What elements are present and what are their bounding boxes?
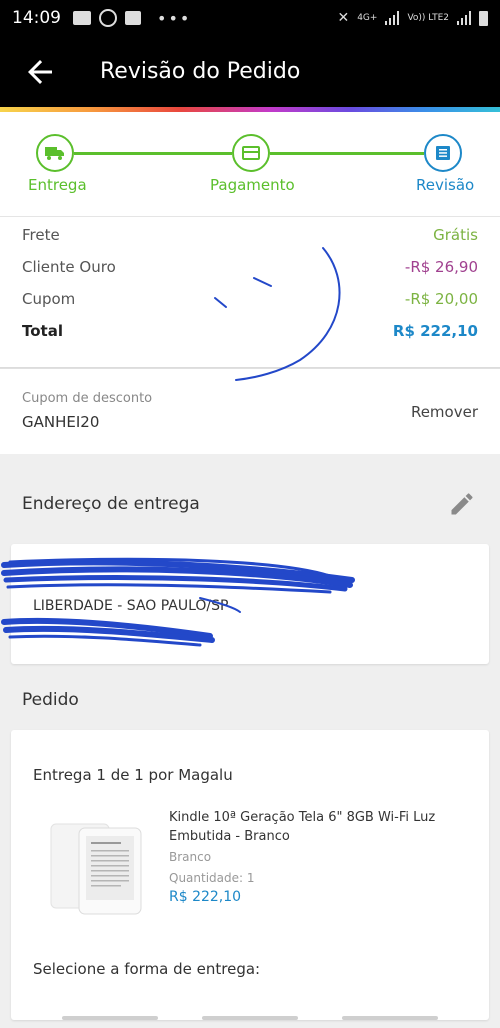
mute-icon: ✕ [337,10,350,26]
summary-row-total: Total R$ 222,10 [22,322,478,344]
summary-row-gold-discount: Cliente Ouro -R$ 26,90 [22,258,478,280]
edit-pencil-icon[interactable] [448,490,476,518]
summary-row-shipping: Frete Grátis [22,226,478,248]
message-icon [125,11,141,25]
coupon-discount-value: -R$ 20,00 [404,290,478,308]
step-connector [74,152,232,155]
order-card: Entrega 1 de 1 por Magalu Kindle 10ª Ger… [11,730,489,1020]
status-time: 14:09 [12,8,61,28]
delivery-seller-line: Entrega 1 de 1 por Magalu [33,766,233,784]
truck-icon [45,147,64,160]
page-title: Revisão do Pedido [100,59,301,84]
nav-hint-right [342,1016,438,1020]
signal-icon-2 [457,11,471,25]
shipping-label: Frete [22,226,60,244]
product-price: R$ 222,10 [169,889,242,905]
app-header: Revisão do Pedido [0,36,500,107]
nav-hint-center [202,1016,298,1020]
address-section-title: Endereço de entrega [22,494,200,514]
address-city-line: LIBERDADE - SAO PAULO/SP [33,598,229,614]
gold-discount-value: -R$ 26,90 [404,258,478,276]
step-payment[interactable] [232,134,270,172]
battery-icon [479,10,488,26]
nav-hint-left [62,1016,158,1020]
gold-discount-label: Cliente Ouro [22,258,116,276]
shipping-method-prompt: Selecione a forma de entrega: [33,960,261,978]
back-arrow-icon[interactable] [22,54,58,90]
shipping-value: Grátis [433,226,478,244]
order-summary: Frete Grátis Cliente Ouro -R$ 26,90 Cupo… [0,216,500,368]
total-label: Total [22,322,63,340]
whatsapp-icon [99,9,117,27]
step-label-review: Revisão [416,176,475,194]
step-label-payment: Pagamento [210,176,295,194]
document-icon [436,146,450,160]
step-delivery[interactable] [36,134,74,172]
summary-row-coupon: Cupom -R$ 20,00 [22,290,478,312]
order-section-title: Pedido [22,690,79,710]
step-connector [270,152,424,155]
status-bar: 14:09 ••• ✕ 4G+ Vo)) LTE2 [0,0,500,36]
network-type: 4G+ [357,13,378,23]
step-label-delivery: Entrega [28,176,87,194]
remove-coupon-button[interactable]: Remover [411,403,478,421]
card-icon [242,146,260,160]
product-quantity: Quantidade: 1 [169,871,255,885]
product-image [50,823,142,915]
step-review[interactable] [424,134,462,172]
volte-label: Vo)) LTE2 [407,13,449,23]
checkout-stepper: Entrega Pagamento Revisão [0,112,500,216]
signal-icon [385,11,400,25]
product-color: Branco [169,850,212,864]
coupon-code: GANHEI20 [22,413,100,431]
coupon-label: Cupom de desconto [22,391,153,406]
address-card[interactable]: LIBERDADE - SAO PAULO/SP [11,544,489,664]
coupon-discount-label: Cupom [22,290,76,308]
gallery-notification-icon [73,11,91,25]
total-value: R$ 222,10 [392,322,478,340]
product-name: Kindle 10ª Geração Tela 6" 8GB Wi-Fi Luz… [169,810,436,844]
coupon-section: Cupom de desconto GANHEI20 Remover [0,368,500,454]
more-notifications-icon: ••• [157,8,192,28]
